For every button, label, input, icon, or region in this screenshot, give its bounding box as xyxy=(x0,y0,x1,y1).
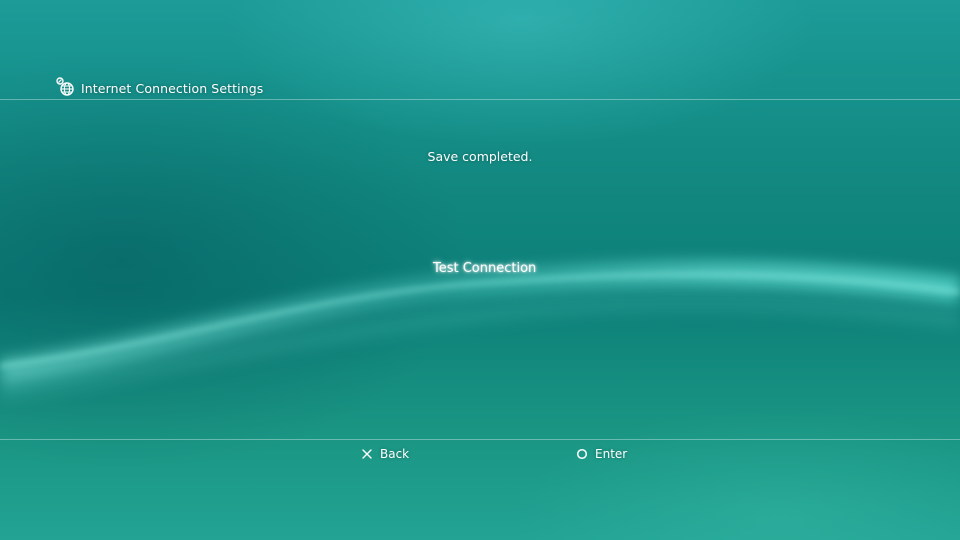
back-button[interactable]: Back xyxy=(361,445,409,463)
page-header: Internet Connection Settings xyxy=(54,76,263,98)
header-divider xyxy=(0,99,960,100)
page-title: Internet Connection Settings xyxy=(81,80,264,96)
status-message: Save completed. xyxy=(427,149,533,164)
back-label: Back xyxy=(380,447,410,461)
cross-button-icon xyxy=(361,448,373,460)
network-settings-icon xyxy=(54,76,76,98)
test-connection-option[interactable]: Test Connection xyxy=(433,261,536,276)
enter-label: Enter xyxy=(595,447,628,461)
footer-divider xyxy=(0,439,960,440)
circle-button-icon xyxy=(576,448,588,460)
enter-button[interactable]: Enter xyxy=(576,445,627,463)
